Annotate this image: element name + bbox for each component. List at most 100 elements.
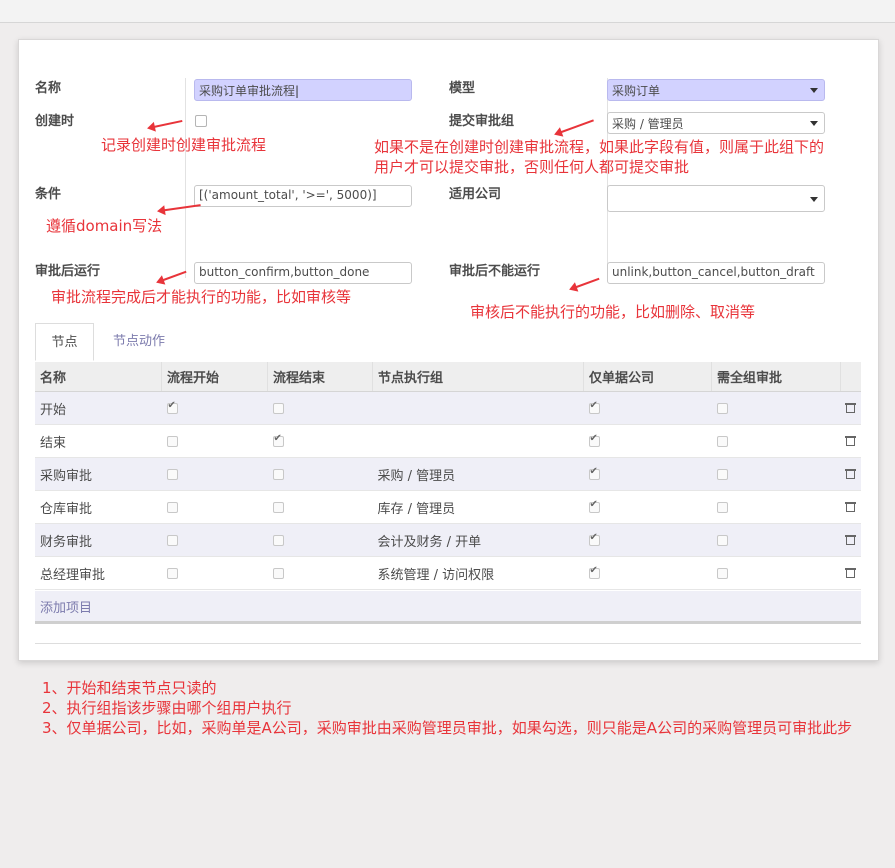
checkbox-cell — [711, 523, 841, 557]
row-checkbox[interactable] — [716, 435, 728, 447]
trash-icon[interactable] — [845, 568, 857, 578]
table-row[interactable]: 结束 — [35, 424, 861, 458]
node-group-cell[interactable] — [372, 391, 584, 425]
row-checkbox[interactable] — [166, 534, 178, 546]
checkbox-cell — [267, 424, 373, 458]
node-name-cell[interactable]: 结束 — [35, 424, 162, 458]
condition-input[interactable]: [('amount_total', '>=', 5000)] — [194, 185, 412, 207]
row-checkbox[interactable] — [272, 433, 284, 447]
node-group-cell[interactable]: 会计及财务 / 开单 — [372, 523, 584, 557]
table-row[interactable]: 总经理审批 系统管理 / 访问权限 — [35, 556, 861, 590]
checkbox-cell — [711, 556, 841, 590]
checkbox-cell — [161, 391, 268, 425]
column-header[interactable]: 流程结束 — [267, 362, 373, 392]
row-checkbox[interactable] — [716, 402, 728, 414]
row-checkbox[interactable] — [588, 532, 600, 546]
checkbox-cell — [711, 457, 841, 491]
checkbox-cell — [583, 391, 712, 425]
trash-icon[interactable] — [845, 469, 857, 479]
add-item-row: 添加项目 — [35, 591, 861, 624]
cannot-run-label: 审批后不能运行 — [449, 264, 541, 279]
annotation-on-create: 记录创建时创建审批流程 — [101, 136, 267, 154]
model-select[interactable]: 采购订单 — [607, 79, 825, 101]
tab-node-actions[interactable]: 节点动作 — [99, 323, 179, 361]
node-group-cell[interactable]: 库存 / 管理员 — [372, 490, 584, 524]
annotation-arrow — [157, 270, 187, 283]
annotation-submit-group-2: 用户才可以提交审批，否则任何人都可提交审批 — [374, 158, 690, 176]
annotation-arrow — [555, 119, 594, 135]
checkbox-cell — [267, 457, 373, 491]
divider — [35, 643, 861, 644]
trash-icon[interactable] — [845, 436, 857, 446]
checkbox-cell — [161, 556, 268, 590]
row-checkbox[interactable] — [166, 400, 178, 414]
node-name-cell[interactable]: 仓库审批 — [35, 490, 162, 524]
name-input[interactable]: 采购订单审批流程| — [194, 79, 412, 101]
table-row[interactable]: 财务审批 会计及财务 / 开单 — [35, 523, 861, 557]
annotation-submit-group-1: 如果不是在创建时创建审批流程，如果此字段有值，则属于此组下的 — [374, 138, 825, 156]
delete-cell — [840, 391, 861, 425]
row-checkbox[interactable] — [588, 466, 600, 480]
row-checkbox[interactable] — [716, 567, 728, 579]
checkbox-cell — [161, 490, 268, 524]
chevron-down-icon — [810, 197, 818, 202]
row-checkbox[interactable] — [166, 567, 178, 579]
column-header[interactable]: 名称 — [35, 362, 162, 392]
node-group-cell[interactable] — [372, 424, 584, 458]
condition-label: 条件 — [35, 187, 62, 202]
row-checkbox[interactable] — [588, 433, 600, 447]
row-checkbox[interactable] — [588, 565, 600, 579]
node-name-cell[interactable]: 采购审批 — [35, 457, 162, 491]
submit-group-label: 提交审批组 — [449, 114, 515, 129]
row-checkbox[interactable] — [272, 402, 284, 414]
trash-icon[interactable] — [845, 535, 857, 545]
annotation-arrow — [570, 277, 600, 290]
row-checkbox[interactable] — [272, 567, 284, 579]
checkbox-cell — [267, 556, 373, 590]
column-header[interactable]: 节点执行组 — [372, 362, 584, 392]
row-checkbox[interactable] — [716, 468, 728, 480]
annotation-condition: 遵循domain写法 — [46, 217, 163, 235]
row-checkbox[interactable] — [588, 400, 600, 414]
checkbox-cell — [583, 556, 712, 590]
checkbox-cell — [267, 490, 373, 524]
row-checkbox[interactable] — [166, 435, 178, 447]
after-run-input[interactable]: button_confirm,button_done — [194, 262, 412, 284]
table-row[interactable]: 开始 — [35, 391, 861, 425]
row-checkbox[interactable] — [272, 534, 284, 546]
node-name-cell[interactable]: 财务审批 — [35, 523, 162, 557]
column-header[interactable]: 流程开始 — [161, 362, 268, 392]
trash-icon[interactable] — [845, 403, 857, 413]
column-header-actions — [840, 362, 861, 392]
row-checkbox[interactable] — [272, 501, 284, 513]
cannot-run-input[interactable]: unlink,button_cancel,button_draft — [607, 262, 825, 284]
on-create-checkbox[interactable] — [195, 115, 207, 127]
note-item: 3、仅单据公司，比如，采购单是A公司，采购审批由采购管理员审批，如果勾选，则只能… — [42, 719, 853, 737]
row-checkbox[interactable] — [166, 468, 178, 480]
node-name-cell[interactable]: 开始 — [35, 391, 162, 425]
node-name-cell[interactable]: 总经理审批 — [35, 556, 162, 590]
annotation-after: 审批流程完成后才能执行的功能，比如审核等 — [51, 288, 352, 306]
node-group-cell[interactable]: 系统管理 / 访问权限 — [372, 556, 584, 590]
row-checkbox[interactable] — [166, 501, 178, 513]
row-checkbox[interactable] — [716, 501, 728, 513]
table-row[interactable]: 仓库审批 库存 / 管理员 — [35, 490, 861, 524]
add-item-link[interactable]: 添加项目 — [40, 597, 92, 616]
table-row[interactable]: 采购审批 采购 / 管理员 — [35, 457, 861, 491]
delete-cell — [840, 457, 861, 491]
row-checkbox[interactable] — [272, 468, 284, 480]
chevron-down-icon — [810, 121, 818, 126]
submit-group-select[interactable]: 采购 / 管理员 — [607, 112, 825, 134]
annotation-arrow — [148, 119, 183, 129]
node-group-cell[interactable]: 采购 / 管理员 — [372, 457, 584, 491]
column-header[interactable]: 仅单据公司 — [583, 362, 712, 392]
trash-icon[interactable] — [845, 502, 857, 512]
after-run-label: 审批后运行 — [35, 264, 101, 279]
company-select[interactable] — [607, 185, 825, 212]
column-header[interactable]: 需全组审批 — [711, 362, 841, 392]
checkbox-cell — [161, 424, 268, 458]
row-checkbox[interactable] — [588, 499, 600, 513]
row-checkbox[interactable] — [716, 534, 728, 546]
tab-nodes[interactable]: 节点 — [35, 323, 94, 361]
delete-cell — [840, 523, 861, 557]
